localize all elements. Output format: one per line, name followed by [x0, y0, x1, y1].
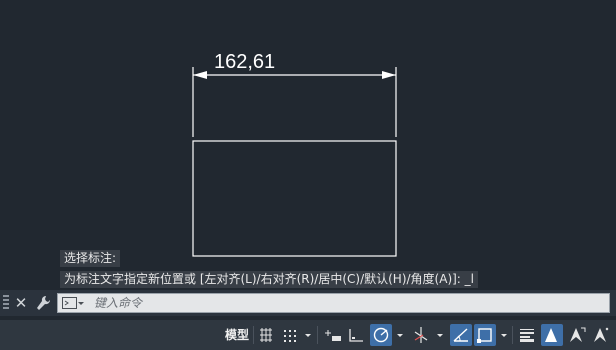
object-snap-tracking-icon[interactable]: [450, 324, 472, 346]
command-history-line: 为标注文字指定新位置或 [左对齐(L)/右对齐(R)/居中(C)/默认(H)/角…: [60, 271, 478, 288]
customize-wrench-icon[interactable]: [34, 293, 52, 313]
rectangle-object[interactable]: [192, 140, 397, 257]
ortho-icon[interactable]: [346, 324, 368, 346]
status-bar: 模型: [0, 320, 616, 350]
command-line-bar: ✕ 键入命令: [0, 290, 616, 316]
grid-icon[interactable]: [258, 324, 274, 346]
arrowhead-left: [193, 71, 207, 79]
lineweight-icon[interactable]: [517, 324, 537, 346]
annotation-visibility-icon[interactable]: [541, 324, 563, 346]
arrowhead-right: [382, 71, 396, 79]
polar-tracking-icon[interactable]: [370, 324, 392, 346]
dropdown-icon[interactable]: [302, 324, 314, 346]
dropdown-icon[interactable]: [498, 324, 510, 346]
command-history-line: 选择标注:: [60, 250, 121, 267]
object-snap-icon[interactable]: [474, 324, 496, 346]
command-prompt-icon[interactable]: [62, 297, 84, 310]
command-input-placeholder: 键入命令: [94, 296, 143, 310]
snap-icon[interactable]: [281, 324, 299, 346]
annotation-scale-icon[interactable]: [590, 324, 612, 346]
command-input[interactable]: 键入命令: [57, 293, 610, 313]
model-space-button[interactable]: 模型: [222, 324, 252, 346]
close-icon[interactable]: ✕: [14, 294, 28, 312]
drawing-canvas[interactable]: 162,61: [0, 0, 616, 290]
dimension-text[interactable]: 162,61: [214, 51, 275, 73]
dropdown-icon[interactable]: [394, 324, 406, 346]
auto-scale-icon[interactable]: [566, 324, 588, 346]
infer-constraints-icon[interactable]: [322, 324, 344, 346]
isodraft-icon[interactable]: [410, 324, 432, 346]
dropdown-icon[interactable]: [434, 324, 446, 346]
drag-grip-icon[interactable]: [3, 295, 9, 311]
